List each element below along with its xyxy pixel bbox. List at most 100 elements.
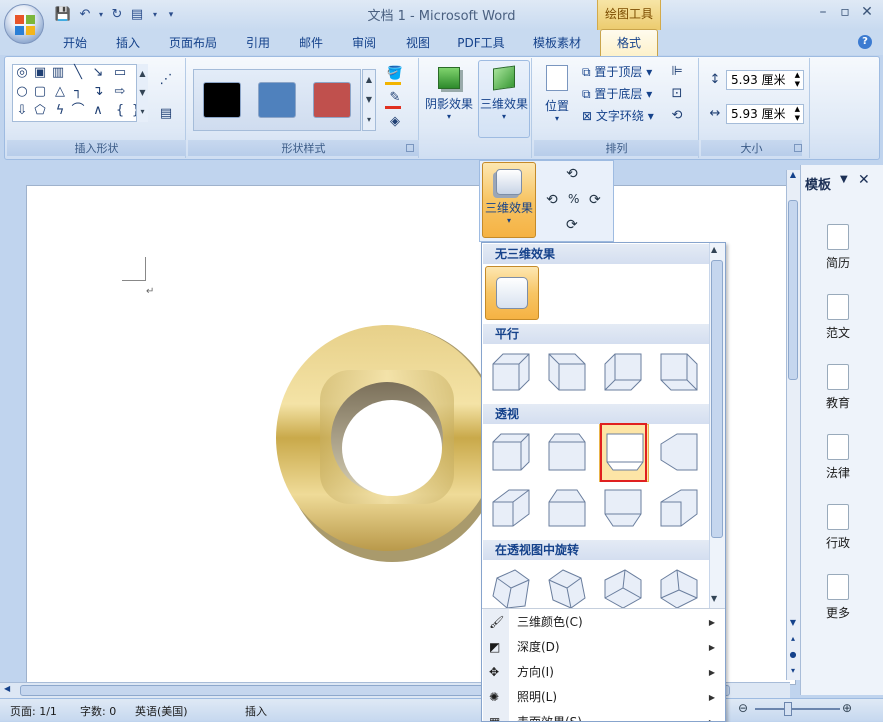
template-law[interactable]: 法律 <box>805 434 871 481</box>
rotate-icon[interactable]: ⟲ <box>666 108 688 124</box>
tab-page-layout[interactable]: 页面布局 <box>163 34 223 52</box>
template-more[interactable]: 更多 <box>805 574 871 621</box>
perspective-bottom-heavy-icon[interactable] <box>601 486 645 530</box>
shadow-effects-button[interactable]: 阴影效果 ▾ <box>424 60 474 138</box>
status-language[interactable]: 英语(美国) <box>135 703 188 719</box>
template-admin[interactable]: 行政 <box>805 504 871 551</box>
tab-format[interactable]: 格式 <box>600 29 658 57</box>
brace-shape-icon[interactable]: { <box>112 103 128 119</box>
perspective-top-heavy-icon[interactable] <box>545 486 589 530</box>
task-pane-close-icon[interactable]: ✕ <box>858 172 870 188</box>
ellipse-shape-icon[interactable]: ○ <box>14 84 30 100</box>
spin-arrows-icon[interactable]: ▲ ▼ <box>795 71 800 89</box>
gallery-scroll-up-icon[interactable]: ▲ <box>711 245 717 254</box>
tab-mailings[interactable]: 邮件 <box>291 34 331 52</box>
gallery-scroll-down-icon[interactable]: ▼ <box>711 594 717 603</box>
width-input[interactable]: 5.93 厘米 ▲ ▼ <box>726 104 804 124</box>
tab-pdf-tools[interactable]: PDF工具 <box>452 34 510 52</box>
threed-effects-ribbon-button[interactable]: 三维效果 ▾ <box>478 60 530 138</box>
help-icon[interactable]: ? <box>858 35 872 49</box>
wave-shape-icon[interactable]: ∧ <box>90 103 106 119</box>
tilt-up-icon[interactable]: ⟲ <box>566 166 578 182</box>
style-swatch-red[interactable] <box>313 82 351 118</box>
menu-3d-color[interactable]: 🖌 三维颜色(C) ▶ <box>483 610 725 635</box>
tab-home[interactable]: 开始 <box>55 34 95 52</box>
triangle-shape-icon[interactable]: △ <box>52 84 68 100</box>
change-shape-icon[interactable]: ◈ <box>384 114 406 130</box>
scroll-left-icon[interactable]: ◀ <box>4 684 10 693</box>
add-text-icon[interactable]: ▤ <box>156 106 176 122</box>
template-sample[interactable]: 范文 <box>805 294 871 341</box>
parallel-oblique-top-left-icon[interactable] <box>489 350 533 394</box>
pentagon-shape-icon[interactable]: ⬠ <box>32 103 48 119</box>
send-to-back-button[interactable]: ⧉ 置于底层 ▾ <box>582 84 662 104</box>
tab-templates[interactable]: 模板素材 <box>525 34 589 52</box>
tab-references[interactable]: 引用 <box>238 34 278 52</box>
rounded-rect-icon[interactable]: ▢ <box>32 84 48 100</box>
group-objects-icon[interactable]: ⊡ <box>666 86 688 102</box>
task-pane-menu-icon[interactable]: ▼ <box>840 174 848 185</box>
align-icon[interactable]: ⊫ <box>666 64 688 80</box>
tilt-down-icon[interactable]: ⟳ <box>566 217 578 233</box>
tab-insert[interactable]: 插入 <box>108 34 148 52</box>
textbox-shape-icon[interactable]: ▣ <box>32 65 48 81</box>
shapes-scroll[interactable]: ▲ ▼ ▾ <box>136 64 148 122</box>
parallel-oblique-bottom-right-icon[interactable] <box>657 350 701 394</box>
oval-shape-icon[interactable]: ◎ <box>14 65 30 81</box>
zoom-in-icon[interactable]: ⊕ <box>842 701 852 715</box>
shape-fill-icon[interactable]: 🪣 <box>384 66 406 82</box>
zoom-out-icon[interactable]: ⊖ <box>738 701 748 715</box>
donut-shape[interactable] <box>272 322 502 567</box>
parallel-oblique-bottom-left-icon[interactable] <box>601 350 645 394</box>
bring-to-front-button[interactable]: ⧉ 置于顶层 ▾ <box>582 62 662 82</box>
perspective-right-icon[interactable] <box>657 430 701 474</box>
close-icon[interactable]: ✕ <box>857 4 877 22</box>
status-insert-mode[interactable]: 插入 <box>245 703 267 719</box>
threed-effects-button[interactable]: 三维效果 ▾ <box>482 162 536 238</box>
rectangle-shape-icon[interactable]: ▭ <box>112 65 128 81</box>
tilt-right-icon[interactable]: ⟳ <box>589 192 601 208</box>
curve-shape-icon[interactable]: ⌒ <box>70 103 86 119</box>
template-resume[interactable]: 简历 <box>805 224 871 271</box>
position-button[interactable]: 位置 ▾ <box>537 60 577 138</box>
elbow-connector-icon[interactable]: ┐ <box>70 84 86 100</box>
perspective-left-below-icon[interactable] <box>489 486 533 530</box>
vertical-textbox-icon[interactable]: ▥ <box>50 65 66 81</box>
perspective-above-icon[interactable] <box>545 430 589 474</box>
tilt-left-icon[interactable]: ⟲ <box>546 192 558 208</box>
menu-surface[interactable]: ▦ 表面效果(S) ▶ <box>483 710 725 721</box>
toggle-3d-icon[interactable]: % <box>568 192 579 206</box>
status-page[interactable]: 页面: 1/1 <box>10 703 57 719</box>
parallel-oblique-top-right-icon[interactable] <box>545 350 589 394</box>
spin-arrows-icon[interactable]: ▲ ▼ <box>795 105 800 123</box>
template-education[interactable]: 教育 <box>805 364 871 411</box>
rotation-option-2-icon[interactable] <box>545 566 589 610</box>
vertical-scroll-thumb[interactable] <box>788 200 798 380</box>
rotation-option-4-icon[interactable] <box>657 566 701 610</box>
shape-styles-launcher-icon[interactable] <box>406 144 414 152</box>
tab-view[interactable]: 视图 <box>398 34 438 52</box>
perspective-left-icon[interactable] <box>489 430 533 474</box>
rotation-option-3-icon[interactable] <box>601 566 645 610</box>
line-shape-icon[interactable]: ╲ <box>70 65 86 81</box>
perspective-right-below-icon[interactable] <box>657 486 701 530</box>
text-wrap-button[interactable]: ⊠ 文字环绕 ▾ <box>582 106 662 126</box>
gallery-scroll-thumb[interactable] <box>711 260 723 538</box>
scroll-down-icon[interactable]: ▼ <box>788 618 798 627</box>
status-word-count[interactable]: 字数: 0 <box>80 703 116 719</box>
minimize-icon[interactable]: – <box>813 4 833 22</box>
style-swatch-black[interactable] <box>203 82 241 118</box>
restore-icon[interactable]: ▫ <box>835 4 855 22</box>
zoom-slider[interactable] <box>755 708 840 710</box>
tab-review[interactable]: 审阅 <box>344 34 384 52</box>
style-gallery-scroll[interactable]: ▲ ▼ ▾ <box>362 69 376 131</box>
rotation-option-1-icon[interactable] <box>489 566 533 610</box>
down-arrow-shape-icon[interactable]: ⇩ <box>14 103 30 119</box>
style-swatch-blue[interactable] <box>258 82 296 118</box>
arrow-line-icon[interactable]: ↘ <box>90 65 106 81</box>
edit-points-icon[interactable]: ⋰ <box>156 72 176 88</box>
zoom-slider-handle[interactable] <box>784 702 792 716</box>
scroll-up-icon[interactable]: ▲ <box>788 170 798 179</box>
right-arrow-shape-icon[interactable]: ⇨ <box>112 84 128 100</box>
lightning-shape-icon[interactable]: ϟ <box>52 103 68 119</box>
